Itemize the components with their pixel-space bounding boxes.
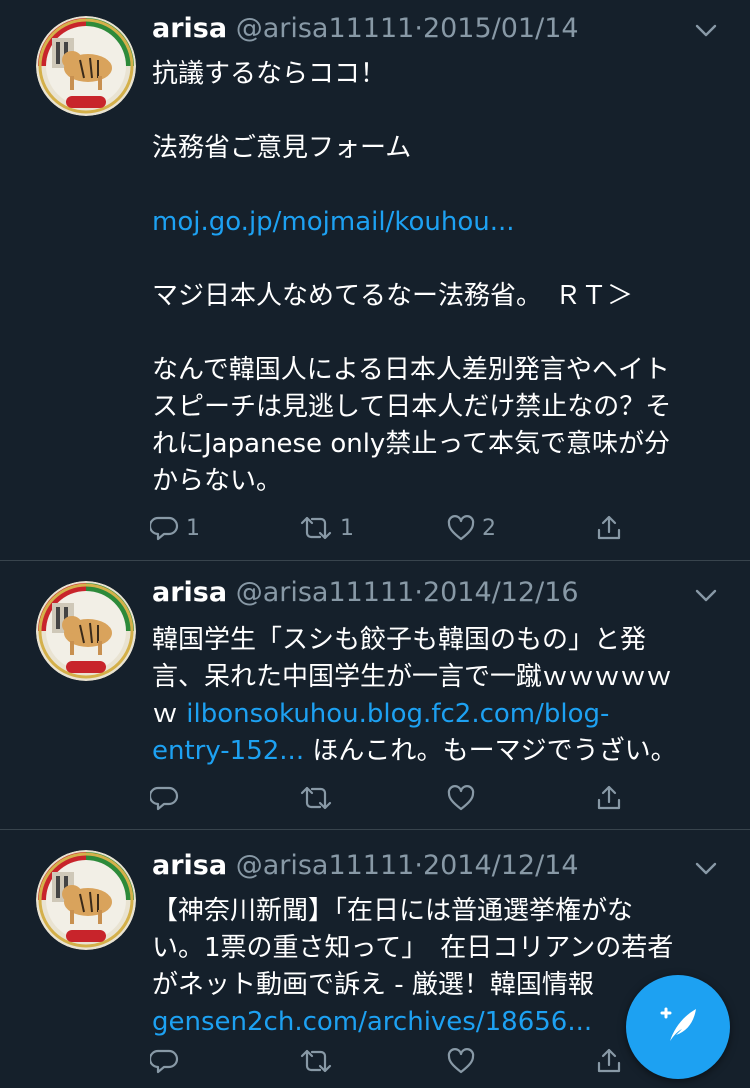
tweet-text-line: 韓国学生「スシも餃子も韓国のもの」と発	[152, 625, 647, 655]
heart-icon	[446, 783, 476, 813]
tweet-actions: 1 1 2	[150, 508, 710, 548]
author-handle[interactable]: @arisa11111	[236, 13, 415, 44]
tweet-text-line: れにJapanese only禁止って本気で意味が分	[152, 429, 671, 459]
tweet-text-fragment: ほんこれ。もーマジでうざい。	[304, 736, 677, 766]
tweet-text: 韓国学生「スシも餃子も韓国のもの」と発 言、呆れた中国学生が一言で一蹴ｗｗｗｗｗ…	[152, 622, 710, 770]
tweet-link[interactable]: moj.go.jp/mojmail/kouhou...	[152, 204, 710, 241]
tweet-text-line: 言、呆れた中国学生が一言で一蹴ｗｗｗｗｗ	[152, 662, 673, 692]
share-button[interactable]	[594, 508, 624, 548]
heart-icon	[446, 1046, 476, 1076]
chevron-down-icon[interactable]	[692, 581, 720, 609]
like-button[interactable]: 2	[446, 508, 496, 548]
tweet-text-line: からない。	[152, 466, 283, 496]
tweet-text-fragment: ｗ	[152, 699, 187, 729]
tweet-header: arisa @arisa11111·2015/01/14	[152, 12, 670, 46]
tweet-text-line: なんで韓国人による日本人差別発言やヘイト	[152, 355, 670, 385]
like-button[interactable]	[446, 778, 476, 818]
reply-icon	[150, 1046, 180, 1076]
avatar[interactable]	[36, 16, 136, 116]
compose-feather-icon	[652, 999, 704, 1055]
tweet[interactable]: arisa @arisa11111·2015/01/14 抗議するならココ！ 法…	[0, 0, 750, 561]
retweet-count: 1	[340, 515, 354, 541]
tweet-date[interactable]: 2014/12/14	[423, 850, 579, 881]
author-handle[interactable]: @arisa11111	[236, 850, 415, 881]
tweet-text-line: 抗議するならココ！	[152, 59, 387, 89]
tweet-actions	[150, 778, 710, 818]
tweet-text: 抗議するならココ！ 法務省ご意見フォーム moj.go.jp/mojmail/k…	[152, 56, 710, 500]
share-button[interactable]	[594, 778, 624, 818]
like-button[interactable]	[446, 1041, 476, 1081]
author-name[interactable]: arisa	[152, 13, 227, 44]
retweet-button[interactable]	[298, 1041, 334, 1081]
tweet-header: arisa @arisa11111·2014/12/16	[152, 576, 670, 610]
like-count: 2	[482, 515, 496, 541]
tweet-text-line: がネット動画で訴え - 厳選！韓国情報	[152, 970, 594, 1000]
reply-button[interactable]	[150, 778, 180, 818]
author-name[interactable]: arisa	[152, 577, 227, 608]
share-icon	[594, 513, 624, 543]
avatar[interactable]	[36, 850, 136, 950]
reply-icon	[150, 513, 180, 543]
reply-button[interactable]: 1	[150, 508, 200, 548]
heart-icon	[446, 513, 476, 543]
retweet-icon	[298, 513, 334, 543]
share-icon	[594, 1046, 624, 1076]
chevron-down-icon[interactable]	[692, 854, 720, 882]
reply-button[interactable]	[150, 1041, 180, 1081]
chevron-down-icon[interactable]	[692, 16, 720, 44]
tweet-text-line: 【神奈川新聞】「在日には普通選挙権がな	[152, 896, 634, 926]
retweet-button[interactable]	[298, 778, 334, 818]
share-icon	[594, 783, 624, 813]
header-separator: ·	[414, 850, 423, 881]
header-separator: ·	[414, 577, 423, 608]
tweet-date[interactable]: 2014/12/16	[423, 577, 579, 608]
compose-tweet-button[interactable]	[626, 975, 730, 1079]
reply-count: 1	[186, 515, 200, 541]
tweet-actions	[150, 1041, 710, 1081]
tweet-text-line: スピーチは見逃して日本人だけ禁止なの？そ	[152, 392, 672, 422]
tweet-text-line: ｗ ilbonsokuhou.blog.fc2.com/blog-	[152, 696, 710, 733]
tweet-text-line: い。1票の重さ知って」 在日コリアンの若者	[152, 933, 674, 963]
tweet-text-line: 法務省ご意見フォーム	[152, 133, 412, 163]
reply-icon	[150, 783, 180, 813]
tweet-link[interactable]: ilbonsokuhou.blog.fc2.com/blog-	[186, 699, 609, 729]
author-name[interactable]: arisa	[152, 850, 227, 881]
tweet-date[interactable]: 2015/01/14	[423, 13, 579, 44]
avatar[interactable]	[36, 581, 136, 681]
tweet-text-line: entry-152... ほんこれ。もーマジでうざい。	[152, 733, 710, 770]
header-separator: ·	[414, 13, 423, 44]
tweet-text-line: マジ日本人なめてるなー法務省。 ＲＴ＞	[152, 281, 634, 311]
tweet-link[interactable]: entry-152...	[152, 736, 304, 766]
retweet-button[interactable]: 1	[298, 508, 354, 548]
author-handle[interactable]: @arisa11111	[236, 577, 415, 608]
retweet-icon	[298, 783, 334, 813]
tweet-header: arisa @arisa11111·2014/12/14	[152, 849, 670, 883]
share-button[interactable]	[594, 1041, 624, 1081]
retweet-icon	[298, 1046, 334, 1076]
